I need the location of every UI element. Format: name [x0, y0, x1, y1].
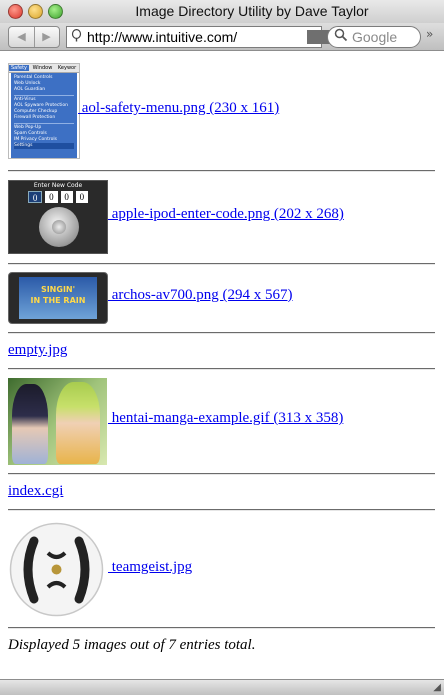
menu-title-safety: Safety — [9, 65, 29, 71]
search-placeholder: Google — [352, 29, 398, 45]
browser-window: Image Directory Utility by Dave Taylor ◀… — [0, 0, 444, 695]
list-item: hentai-manga-example.gif (313 x 358) — [8, 378, 428, 468]
toolbar-overflow-icon[interactable]: » — [426, 27, 433, 41]
aol-safety-menu-thumbnail[interactable]: Safety Window Keywor Parental Controls W… — [8, 63, 80, 159]
menu-item: Anti-Virus — [14, 95, 74, 103]
zoom-window-button[interactable] — [48, 4, 63, 19]
close-window-button[interactable] — [8, 4, 23, 19]
file-link[interactable]: index.cgi — [8, 483, 63, 500]
archos-screen: SINGIN' IN THE RAIN — [19, 277, 97, 319]
file-link[interactable]: hentai-manga-example.gif (313 x 358) — [108, 410, 344, 427]
search-field[interactable]: Google — [327, 26, 421, 48]
back-button[interactable]: ◀ — [9, 27, 35, 47]
divider — [8, 170, 435, 172]
manga-example-thumbnail[interactable] — [8, 378, 107, 465]
code-digit: 0 — [75, 191, 88, 203]
divider — [8, 509, 435, 511]
divider — [8, 368, 435, 370]
divider — [8, 473, 435, 475]
list-item: teamgeist.jpg — [8, 519, 428, 619]
movie-title-line2: IN THE RAIN — [30, 296, 86, 305]
code-digit: 0 — [28, 191, 43, 203]
resize-grip-icon[interactable]: ◢ — [433, 682, 441, 693]
file-link[interactable]: empty.jpg — [8, 342, 67, 359]
divider — [8, 332, 435, 334]
address-bar[interactable]: http://www.intuitive.com/ ⌃ — [66, 26, 387, 48]
nav-button-group: ◀ ▶ — [8, 26, 60, 48]
forward-button[interactable]: ▶ — [34, 27, 59, 47]
browser-toolbar: ◀ ▶ http://www.intuitive.com/ ⌃ Google » — [0, 23, 444, 51]
list-item: empty.jpg — [8, 342, 428, 362]
list-item: index.cgi — [8, 483, 428, 503]
list-item: SINGIN' IN THE RAIN archos-av700.png (29… — [8, 272, 428, 326]
file-link[interactable]: teamgeist.jpg — [108, 559, 192, 576]
summary-text: Displayed 5 images out of 7 entries tota… — [8, 637, 256, 653]
menu-item: Settings — [14, 143, 74, 149]
list-item: Enter New Code 0 0 0 0 apple-ipod-enter-… — [8, 180, 428, 256]
status-bar: ◢ — [0, 679, 444, 695]
file-link[interactable]: aol-safety-menu.png (230 x 161) — [78, 100, 279, 117]
window-title: Image Directory Utility by Dave Taylor — [135, 3, 369, 19]
title-bar: Image Directory Utility by Dave Taylor — [0, 0, 444, 24]
archos-av700-thumbnail[interactable]: SINGIN' IN THE RAIN — [8, 272, 108, 324]
minimize-window-button[interactable] — [28, 4, 43, 19]
file-link[interactable]: apple-ipod-enter-code.png (202 x 268) — [108, 206, 344, 223]
ipod-code-digits: 0 0 0 0 — [28, 191, 88, 203]
menu-item: Firewall Protection — [14, 115, 56, 120]
menu-title-window: Window — [32, 65, 53, 71]
divider — [8, 627, 435, 629]
code-digit: 0 — [60, 191, 73, 203]
menu-title-keyword: Keywor — [57, 65, 77, 71]
file-link[interactable]: archos-av700.png (294 x 567) — [108, 287, 293, 304]
menu-item: Web Pop-Up — [14, 123, 74, 131]
url-text: http://www.intuitive.com/ — [87, 29, 238, 45]
menu-item: AOL Guardian — [14, 87, 46, 92]
code-digit: 0 — [45, 191, 58, 203]
ipod-screen-title: Enter New Code — [33, 182, 83, 189]
teamgeist-thumbnail[interactable] — [8, 521, 105, 618]
divider — [8, 263, 435, 265]
bookmark-icon — [71, 28, 82, 45]
movie-title-line1: SINGIN' — [40, 285, 76, 294]
ipod-clickwheel — [39, 207, 79, 247]
search-icon — [334, 28, 348, 45]
list-item: Safety Window Keywor Parental Controls W… — [8, 63, 428, 159]
apple-ipod-thumbnail[interactable]: Enter New Code 0 0 0 0 — [8, 180, 108, 254]
page-content: Safety Window Keywor Parental Controls W… — [0, 51, 444, 679]
